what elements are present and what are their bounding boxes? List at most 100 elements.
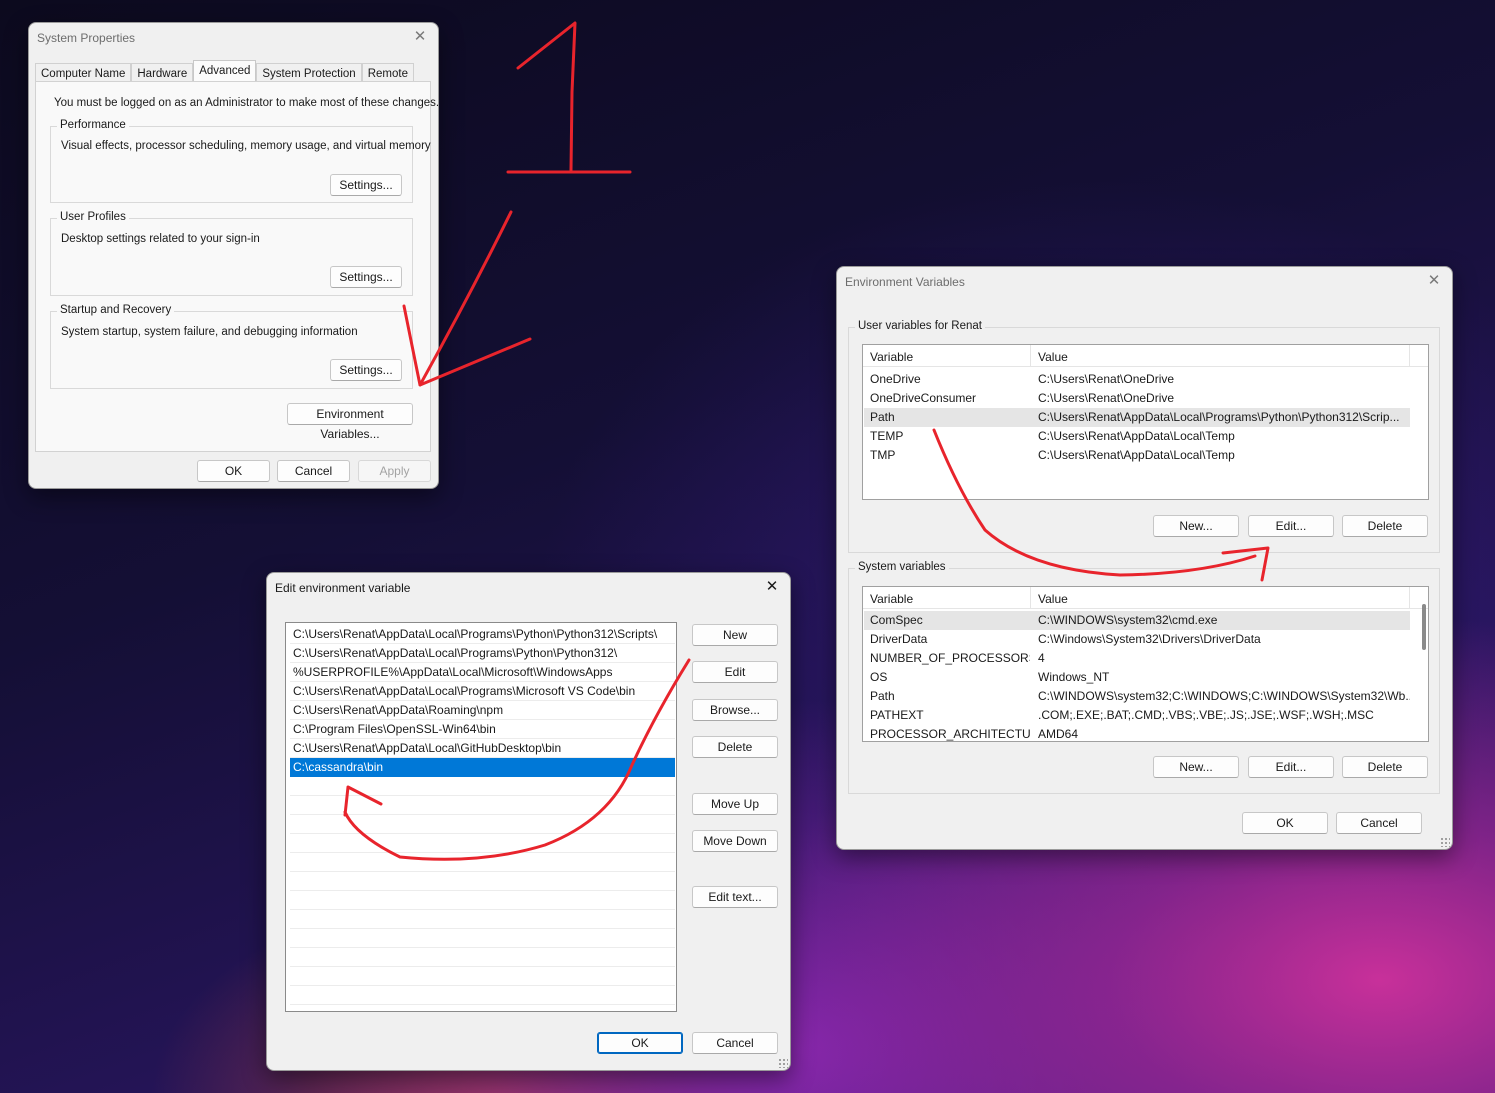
tab-computer-name[interactable]: Computer Name [35, 63, 132, 83]
list-item[interactable]: C:\Program Files\OpenSSL-Win64\bin [290, 720, 675, 739]
system-edit-button[interactable]: Edit... [1248, 756, 1334, 778]
move-up-button[interactable]: Move Up [692, 793, 778, 815]
empty-row[interactable] [290, 986, 675, 1005]
variable-name: Path [870, 410, 895, 424]
variable-value: C:\Users\Renat\AppData\Local\Programs\Py… [1038, 410, 1400, 424]
cancel-button[interactable]: Cancel [277, 460, 350, 482]
ok-button[interactable]: OK [1242, 812, 1328, 834]
edit-environment-variable-window: Edit environment variable ✕ C:\Users\Ren… [266, 572, 791, 1071]
system-delete-button[interactable]: Delete [1342, 756, 1428, 778]
variable-name: PROCESSOR_ARCHITECTURE [870, 727, 1030, 741]
user-profiles-group: User Profiles Desktop settings related t… [50, 211, 413, 296]
edit-button[interactable]: Edit [692, 661, 778, 683]
empty-row[interactable] [290, 872, 675, 891]
empty-row[interactable] [290, 815, 675, 834]
column-header-value[interactable]: Value [1031, 587, 1410, 609]
variable-name: OneDriveConsumer [870, 391, 977, 405]
close-icon[interactable]: ✕ [410, 27, 430, 47]
resize-grip[interactable] [778, 1058, 788, 1068]
system-variables-list[interactable]: Variable Value ComSpec C:\WINDOWS\system… [862, 586, 1429, 742]
table-row[interactable]: PATHEXT .COM;.EXE;.BAT;.CMD;.VBS;.VBE;.J… [864, 706, 1427, 725]
close-icon[interactable]: ✕ [762, 577, 782, 597]
empty-row[interactable] [290, 796, 675, 815]
empty-row[interactable] [290, 948, 675, 967]
performance-group: Performance Visual effects, processor sc… [50, 119, 431, 203]
group-title: User variables for Renat [855, 320, 985, 332]
empty-row[interactable] [290, 891, 675, 910]
empty-row[interactable] [290, 777, 675, 796]
variable-name: DriverData [870, 632, 928, 646]
browse-button[interactable]: Browse... [692, 699, 778, 721]
variable-value: C:\Users\Renat\AppData\Local\Temp [1038, 429, 1235, 443]
user-variables-group: User variables for Renat Variable Value … [848, 320, 1440, 553]
tab-hardware[interactable]: Hardware [131, 63, 194, 83]
user-variables-list[interactable]: Variable Value OneDrive C:\Users\Renat\O… [862, 344, 1429, 500]
delete-button[interactable]: Delete [692, 736, 778, 758]
empty-row[interactable] [290, 853, 675, 872]
tab-advanced[interactable]: Advanced [193, 60, 257, 83]
tab-remote[interactable]: Remote [361, 63, 414, 83]
column-header-variable[interactable]: Variable [863, 345, 1031, 367]
table-row[interactable]: OS Windows_NT [864, 668, 1427, 687]
group-title: System variables [855, 561, 949, 573]
annotation-number-one [506, 21, 632, 174]
variable-value: C:\Users\Renat\OneDrive [1038, 372, 1175, 386]
tab-strip: Computer Name Hardware Advanced System P… [35, 60, 414, 83]
empty-row[interactable] [290, 910, 675, 929]
variable-name: TEMP [870, 429, 904, 443]
cancel-button[interactable]: Cancel [692, 1032, 778, 1054]
list-item[interactable]: %USERPROFILE%\AppData\Local\Microsoft\Wi… [290, 663, 675, 682]
environment-variables-titlebar[interactable]: Environment Variables ✕ [837, 267, 1452, 297]
list-item[interactable]: C:\Users\Renat\AppData\Roaming\npm [290, 701, 675, 720]
cancel-button[interactable]: Cancel [1336, 812, 1422, 834]
column-header-value[interactable]: Value [1031, 345, 1410, 367]
user-edit-button[interactable]: Edit... [1248, 515, 1334, 537]
path-list[interactable]: C:\Users\Renat\AppData\Local\Programs\Py… [285, 622, 677, 1012]
user-delete-button[interactable]: Delete [1342, 515, 1428, 537]
system-properties-titlebar[interactable]: System Properties ✕ [29, 23, 438, 53]
new-button[interactable]: New [692, 624, 778, 646]
list-item[interactable]: C:\Users\Renat\AppData\Local\Programs\Py… [290, 644, 675, 663]
vertical-scrollbar[interactable] [1422, 604, 1426, 650]
list-item-selected[interactable]: C:\cassandra\bin [290, 758, 675, 777]
column-header-variable[interactable]: Variable [863, 587, 1031, 609]
table-row[interactable]: NUMBER_OF_PROCESSORS 4 [864, 649, 1427, 668]
user-profiles-settings-button[interactable]: Settings... [330, 266, 402, 288]
table-row[interactable]: OneDriveConsumer C:\Users\Renat\OneDrive [864, 389, 1427, 408]
resize-grip[interactable] [1440, 837, 1450, 847]
group-title: User Profiles [57, 211, 129, 223]
table-row[interactable]: TMP C:\Users\Renat\AppData\Local\Temp [864, 446, 1427, 465]
list-item[interactable]: C:\Users\Renat\AppData\Local\Programs\Py… [290, 625, 675, 644]
close-icon[interactable]: ✕ [1424, 271, 1444, 291]
table-row[interactable]: OneDrive C:\Users\Renat\OneDrive [864, 370, 1427, 389]
edit-env-titlebar[interactable]: Edit environment variable ✕ [267, 573, 790, 603]
table-row[interactable]: ComSpec C:\WINDOWS\system32\cmd.exe [864, 611, 1410, 630]
environment-variables-button[interactable]: Environment Variables... [287, 403, 413, 441]
startup-recovery-settings-button[interactable]: Settings... [330, 359, 402, 381]
variable-value: 4 [1038, 651, 1045, 665]
table-row[interactable]: Path C:\WINDOWS\system32;C:\WINDOWS;C:\W… [864, 687, 1427, 706]
system-properties-window: System Properties ✕ Computer Name Hardwa… [28, 22, 439, 489]
table-row[interactable]: DriverData C:\Windows\System32\Drivers\D… [864, 630, 1427, 649]
table-row[interactable]: TEMP C:\Users\Renat\AppData\Local\Temp [864, 427, 1427, 446]
list-item[interactable]: C:\Users\Renat\AppData\Local\GitHubDeskt… [290, 739, 675, 758]
empty-row[interactable] [290, 834, 675, 853]
edit-text-button[interactable]: Edit text... [692, 886, 778, 908]
system-new-button[interactable]: New... [1153, 756, 1239, 778]
ok-button[interactable]: OK [197, 460, 270, 482]
move-down-button[interactable]: Move Down [692, 830, 778, 852]
variable-name: TMP [870, 448, 896, 462]
variable-value: C:\Users\Renat\AppData\Local\Temp [1038, 448, 1235, 462]
table-row[interactable]: PROCESSOR_ARCHITECTURE AMD64 [864, 725, 1427, 741]
admin-note: You must be logged on as an Administrato… [54, 97, 439, 109]
user-new-button[interactable]: New... [1153, 515, 1239, 537]
ok-button[interactable]: OK [597, 1032, 683, 1054]
window-title: System Properties [37, 31, 136, 45]
table-row[interactable]: Path C:\Users\Renat\AppData\Local\Progra… [864, 408, 1410, 427]
performance-settings-button[interactable]: Settings... [330, 174, 402, 196]
empty-row[interactable] [290, 929, 675, 948]
empty-row[interactable] [290, 967, 675, 986]
tab-system-protection[interactable]: System Protection [256, 63, 362, 83]
apply-button[interactable]: Apply [358, 460, 431, 482]
list-item[interactable]: C:\Users\Renat\AppData\Local\Programs\Mi… [290, 682, 675, 701]
